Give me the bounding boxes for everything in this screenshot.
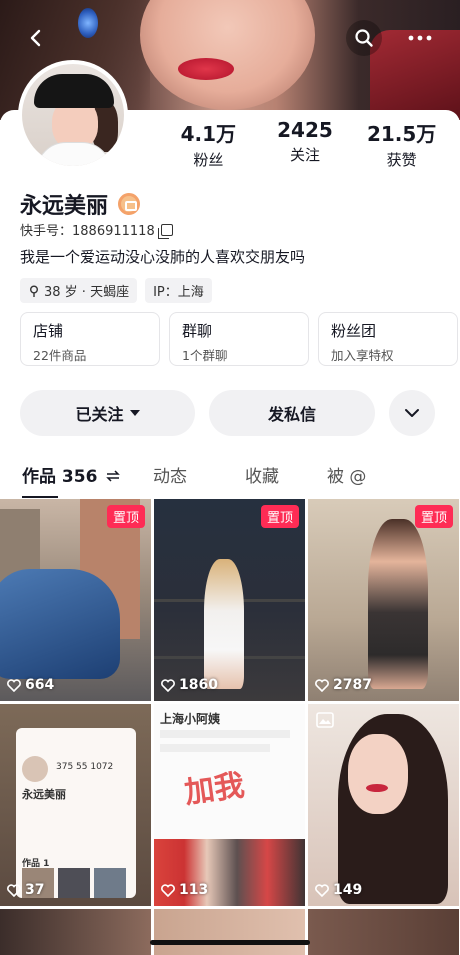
stat-following[interactable]: 2425 关注: [260, 118, 350, 170]
expand-button[interactable]: [389, 390, 435, 436]
image-post-icon: [316, 712, 334, 728]
more-dots-icon: [408, 35, 432, 41]
following-button[interactable]: 已关注: [20, 390, 195, 436]
like-count: 149: [315, 882, 362, 898]
tab-activity[interactable]: 动态: [153, 462, 187, 487]
heart-icon: [315, 883, 329, 897]
profile-name: 永远美丽: [20, 188, 141, 220]
shop-badge-icon[interactable]: [118, 193, 141, 215]
copy-icon[interactable]: [157, 223, 173, 239]
profile-stats: 4.1万 粉丝 2425 关注 21.5万 获赞: [160, 118, 450, 170]
phone-screenshot: 永远美丽 375 55 1072 作品 1: [16, 728, 136, 898]
heart-icon: [7, 883, 21, 897]
ip-tag: IP：上海: [145, 278, 212, 303]
search-button[interactable]: [346, 20, 382, 56]
more-button[interactable]: [402, 20, 438, 56]
video-tile[interactable]: 置顶 1860: [154, 499, 305, 701]
stat-likes[interactable]: 21.5万 获赞: [357, 118, 447, 170]
pinned-badge: 置顶: [106, 505, 145, 528]
video-tile[interactable]: [308, 909, 459, 955]
kuaishou-id: 快手号：1886911118: [20, 220, 173, 239]
profile-tags: 38 岁 · 天蝎座 IP：上海: [20, 278, 212, 303]
pinned-badge: 置顶: [414, 505, 453, 528]
like-count: 37: [7, 882, 44, 898]
video-tile[interactable]: 置顶 2787: [308, 499, 459, 701]
video-tile[interactable]: 置顶 664: [0, 499, 151, 701]
pinned-badge: 置顶: [260, 505, 299, 528]
avatar[interactable]: [18, 60, 128, 170]
video-tile[interactable]: 上海小阿姨 加我 113: [154, 704, 305, 906]
heart-icon: [161, 678, 175, 692]
video-tile[interactable]: [0, 909, 151, 955]
like-count: 2787: [315, 677, 372, 693]
fan-club-card[interactable]: 粉丝团 加入享特权: [318, 312, 458, 366]
send-message-button[interactable]: 发私信: [209, 390, 375, 436]
profile-bio: 我是一个爱运动没心没肺的人喜欢交朋友吗: [20, 248, 306, 266]
shop-card[interactable]: 店铺 22件商品: [20, 312, 160, 366]
age-tag: 38 岁 · 天蝎座: [20, 278, 138, 303]
car-image: [0, 569, 120, 679]
sort-icon[interactable]: [106, 470, 121, 482]
tab-favorites[interactable]: 收藏: [245, 462, 279, 487]
like-count: 664: [7, 677, 54, 693]
video-tile[interactable]: 149: [308, 704, 459, 906]
chevron-down-icon: [405, 409, 419, 417]
caret-down-icon: [129, 410, 140, 416]
chevron-left-icon: [30, 29, 41, 47]
home-indicator: [150, 940, 310, 945]
video-tile[interactable]: [154, 909, 305, 955]
heart-icon: [161, 883, 175, 897]
tab-mentions[interactable]: 被 @: [327, 462, 366, 487]
tab-works[interactable]: 作品 356: [22, 462, 121, 487]
back-button[interactable]: [18, 20, 54, 56]
stat-fans[interactable]: 4.1万 粉丝: [163, 118, 253, 170]
profile-actions: 已关注 发私信: [20, 390, 435, 436]
like-count: 1860: [161, 677, 218, 693]
heart-icon: [7, 678, 21, 692]
gender-female-icon: [30, 285, 38, 297]
search-icon: [355, 29, 373, 47]
feature-cards: 店铺 22件商品 群聊 1个群聊 粉丝团 加入享特权: [20, 312, 458, 366]
like-count: 113: [161, 882, 208, 898]
profile-tabs: 作品 356 动态 收藏 被 @: [0, 462, 460, 498]
active-tab-indicator: [22, 496, 58, 498]
video-tile[interactable]: 永远美丽 375 55 1072 作品 1 37: [0, 704, 151, 906]
heart-icon: [315, 678, 329, 692]
group-chat-card[interactable]: 群聊 1个群聊: [169, 312, 309, 366]
